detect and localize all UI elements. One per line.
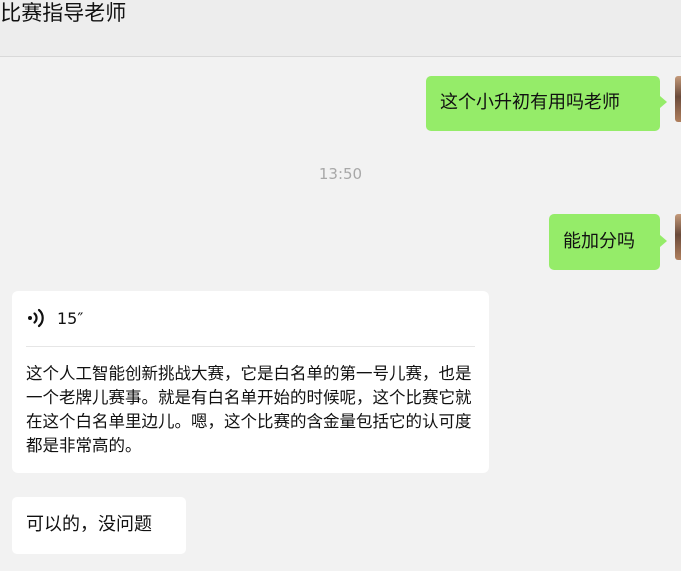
timestamp: 13:50 bbox=[318, 165, 363, 183]
voice-duration: 15″ bbox=[57, 308, 84, 328]
bubble-tail bbox=[660, 96, 667, 108]
message-text: 这个小升初有用吗老师 bbox=[440, 92, 620, 113]
voice-wave-icon[interactable] bbox=[26, 307, 48, 329]
outgoing-message[interactable]: 能加分吗 bbox=[549, 214, 660, 270]
incoming-message[interactable]: 可以的，没问题 bbox=[12, 497, 186, 554]
voice-message[interactable]: 15″ 这个人工智能创新挑战大赛，它是白名单的第一号儿赛，也是一个老牌儿赛事。就… bbox=[12, 291, 489, 473]
bubble-tail bbox=[660, 235, 667, 247]
voice-play-row[interactable]: 15″ bbox=[26, 305, 83, 331]
message-list[interactable]: 这个小升初有用吗老师 13:50 能加分吗 15″ 这个人工智能创新挑战大赛，它… bbox=[0, 57, 681, 571]
divider bbox=[26, 346, 475, 347]
voice-transcript: 这个人工智能创新挑战大赛，它是白名单的第一号儿赛，也是一个老牌儿赛事。就是有白名… bbox=[26, 364, 472, 455]
message-text: 能加分吗 bbox=[563, 231, 635, 252]
avatar[interactable] bbox=[675, 214, 681, 260]
chat-title[interactable]: J比赛指导老师 bbox=[0, 0, 126, 27]
outgoing-message[interactable]: 这个小升初有用吗老师 bbox=[426, 76, 660, 131]
message-text: 可以的，没问题 bbox=[26, 514, 152, 535]
avatar[interactable] bbox=[675, 76, 681, 122]
chat-header: J比赛指导老师 bbox=[0, 0, 681, 57]
